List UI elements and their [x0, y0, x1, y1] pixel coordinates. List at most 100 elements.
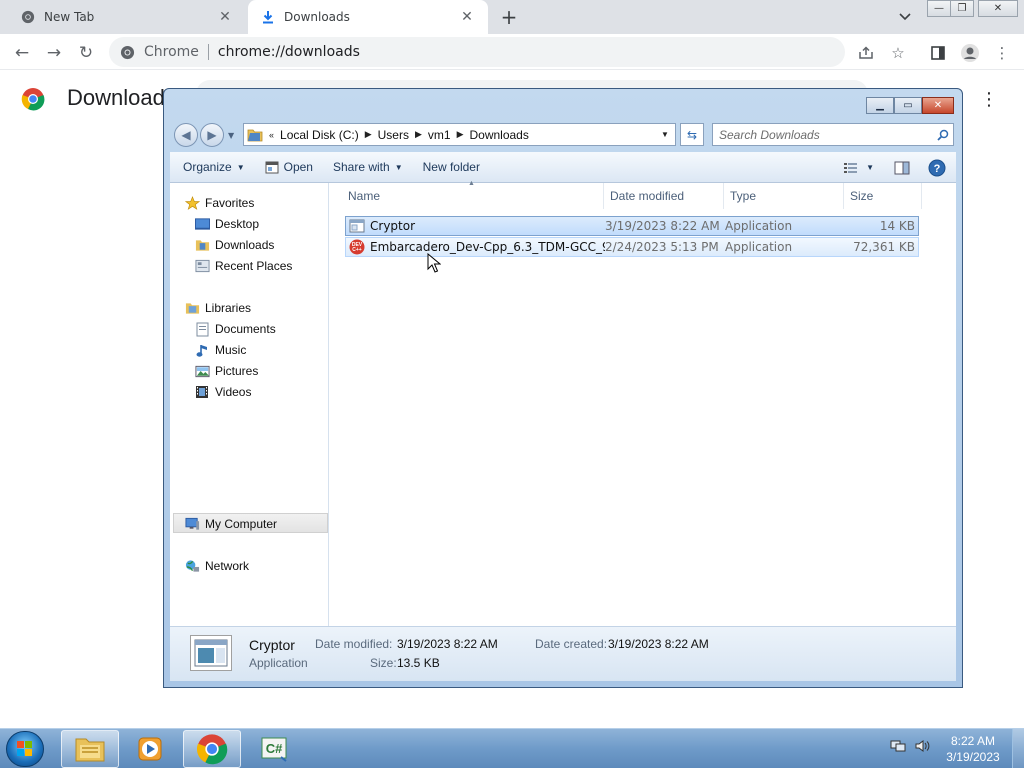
page-title: Downloads	[67, 85, 176, 110]
breadcrumb-overflow-icon[interactable]: «	[268, 130, 275, 140]
side-panel-icon[interactable]	[926, 41, 950, 65]
open-button[interactable]: Open	[255, 152, 323, 182]
window-controls: — ❐ ✕	[927, 0, 1018, 17]
view-controls: ▼ ?	[834, 152, 946, 183]
nav-music[interactable]: Music	[194, 340, 246, 360]
breadcrumb-item[interactable]: Downloads	[464, 128, 533, 142]
nav-downloads[interactable]: Downloads	[194, 235, 274, 255]
taskbar-explorer-button[interactable]	[61, 730, 119, 768]
minimize-button[interactable]: —	[927, 0, 951, 17]
nav-libraries[interactable]: Libraries	[184, 298, 251, 318]
explorer-address-bar[interactable]: « Local Disk (C:) ▶ Users ▶ vm1 ▶ Downlo…	[243, 123, 676, 146]
application-icon	[349, 218, 365, 234]
breadcrumb-item[interactable]: Users	[373, 128, 414, 142]
search-input[interactable]	[713, 124, 933, 145]
close-tab-icon[interactable]: ✕	[458, 8, 476, 26]
nav-label: Network	[205, 559, 250, 573]
nav-favorites[interactable]: Favorites	[184, 193, 254, 213]
share-with-label: Share with	[332, 160, 390, 174]
minimize-button[interactable]: ▁	[866, 97, 894, 114]
recent-pages-dropdown-icon[interactable]: ▼	[228, 131, 234, 140]
navigation-pane: Favorites Desktop Downloads Recent Place…	[170, 183, 329, 626]
share-with-button[interactable]: Share with ▼	[323, 152, 413, 182]
computer-icon	[184, 516, 200, 532]
downloads-folder-icon	[194, 237, 210, 253]
tab-search-chevron-icon[interactable]	[895, 8, 915, 26]
nav-documents[interactable]: Documents	[194, 319, 276, 339]
more-actions-icon[interactable]: ⋮	[979, 87, 999, 111]
file-name: Embarcadero_Dev-Cpp_6.3_TDM-GCC_9....	[370, 240, 605, 254]
detail-date-created-label: Date created:	[535, 637, 608, 651]
close-button[interactable]: ✕	[922, 97, 954, 114]
breadcrumb-item[interactable]: vm1	[423, 128, 456, 142]
taskbar-clock[interactable]: 8:22 AM 3/19/2023	[940, 733, 1006, 765]
windows-logo-icon	[17, 741, 32, 756]
refresh-icon[interactable]: ⇆	[680, 123, 704, 146]
nav-label: Recent Places	[215, 259, 293, 273]
help-icon[interactable]: ?	[928, 159, 946, 177]
nav-label: Documents	[215, 322, 276, 336]
forward-arrow-icon[interactable]: →	[42, 41, 66, 65]
omnibox-separator	[207, 44, 209, 60]
nav-desktop[interactable]: Desktop	[194, 214, 259, 234]
profile-avatar-icon[interactable]	[958, 41, 982, 65]
address-dropdown-icon[interactable]: ▼	[655, 124, 675, 145]
taskbar-chrome-button[interactable]	[183, 730, 241, 768]
change-view-icon[interactable]: ▼	[844, 162, 874, 174]
svg-text:C++: C++	[352, 247, 362, 253]
nav-videos[interactable]: Videos	[194, 382, 251, 402]
breadcrumb-item[interactable]: Local Disk (C:)	[275, 128, 364, 142]
close-button[interactable]: ✕	[978, 0, 1018, 17]
network-status-icon[interactable]	[890, 738, 906, 757]
clock-time: 8:22 AM	[950, 734, 996, 748]
taskbar-media-player-button[interactable]	[121, 730, 179, 768]
reload-icon[interactable]: ↻	[74, 41, 98, 65]
application-thumbnail-icon	[190, 635, 232, 671]
share-icon[interactable]	[854, 41, 878, 65]
detail-size-value: 13.5 KB	[397, 656, 440, 670]
column-header-name[interactable]: Name	[330, 183, 604, 209]
nav-network[interactable]: Network	[184, 556, 249, 576]
menu-kebab-icon[interactable]: ⋮	[990, 41, 1014, 65]
restore-button[interactable]: ❐	[950, 0, 974, 17]
explorer-search-box[interactable]	[712, 123, 954, 146]
explorer-nav-buttons: ◀ ▶ ▼	[174, 123, 234, 147]
show-desktop-button[interactable]	[1012, 729, 1024, 768]
breadcrumb-arrow-icon[interactable]: ▶	[414, 129, 423, 140]
nav-my-computer-content[interactable]: My Computer	[184, 514, 277, 534]
tab-downloads[interactable]: Downloads ✕	[248, 0, 488, 34]
maximize-button[interactable]: ▭	[894, 97, 922, 114]
libraries-icon	[184, 300, 200, 316]
nav-recent-places[interactable]: Recent Places	[194, 256, 292, 276]
nav-label: Videos	[215, 385, 252, 399]
preview-pane-icon[interactable]	[894, 161, 910, 175]
nav-label: My Computer	[205, 517, 278, 531]
bookmark-star-icon[interactable]: ☆	[886, 41, 910, 65]
forward-arrow-icon[interactable]: ▶	[200, 123, 224, 147]
organize-button[interactable]: Organize ▼	[170, 152, 255, 182]
url-text[interactable]: chrome://downloads	[218, 44, 360, 60]
table-row[interactable]: Cryptor 3/19/2023 8:22 AM Application 14…	[345, 216, 919, 236]
column-header-type[interactable]: Type	[724, 183, 844, 209]
taskbar-csharp-button[interactable]: C#	[245, 730, 303, 768]
new-tab-button[interactable]: +	[498, 5, 520, 29]
view-dropdown-caret-icon[interactable]: ▼	[866, 163, 874, 172]
back-arrow-icon[interactable]: ◀	[174, 123, 198, 147]
sort-ascending-icon: ▲	[468, 180, 475, 187]
start-button[interactable]	[6, 731, 44, 767]
new-folder-button[interactable]: New folder	[413, 152, 490, 182]
tab-new-tab[interactable]: New Tab ✕	[0, 0, 246, 34]
back-arrow-icon[interactable]: ←	[10, 41, 34, 65]
breadcrumb-arrow-icon[interactable]: ▶	[364, 129, 373, 140]
column-label: Name	[348, 189, 381, 203]
column-header-date-modified[interactable]: Date modified	[604, 183, 724, 209]
close-tab-icon[interactable]: ✕	[216, 8, 234, 26]
star-icon	[184, 195, 200, 211]
nav-label: Music	[215, 343, 247, 357]
column-header-size[interactable]: Size	[844, 183, 922, 209]
media-player-icon	[138, 737, 162, 761]
breadcrumb-arrow-icon[interactable]: ▶	[456, 129, 465, 140]
nav-pictures[interactable]: Pictures	[194, 361, 258, 381]
volume-icon[interactable]	[914, 738, 930, 757]
address-bar[interactable]: Chrome chrome://downloads	[109, 37, 845, 67]
